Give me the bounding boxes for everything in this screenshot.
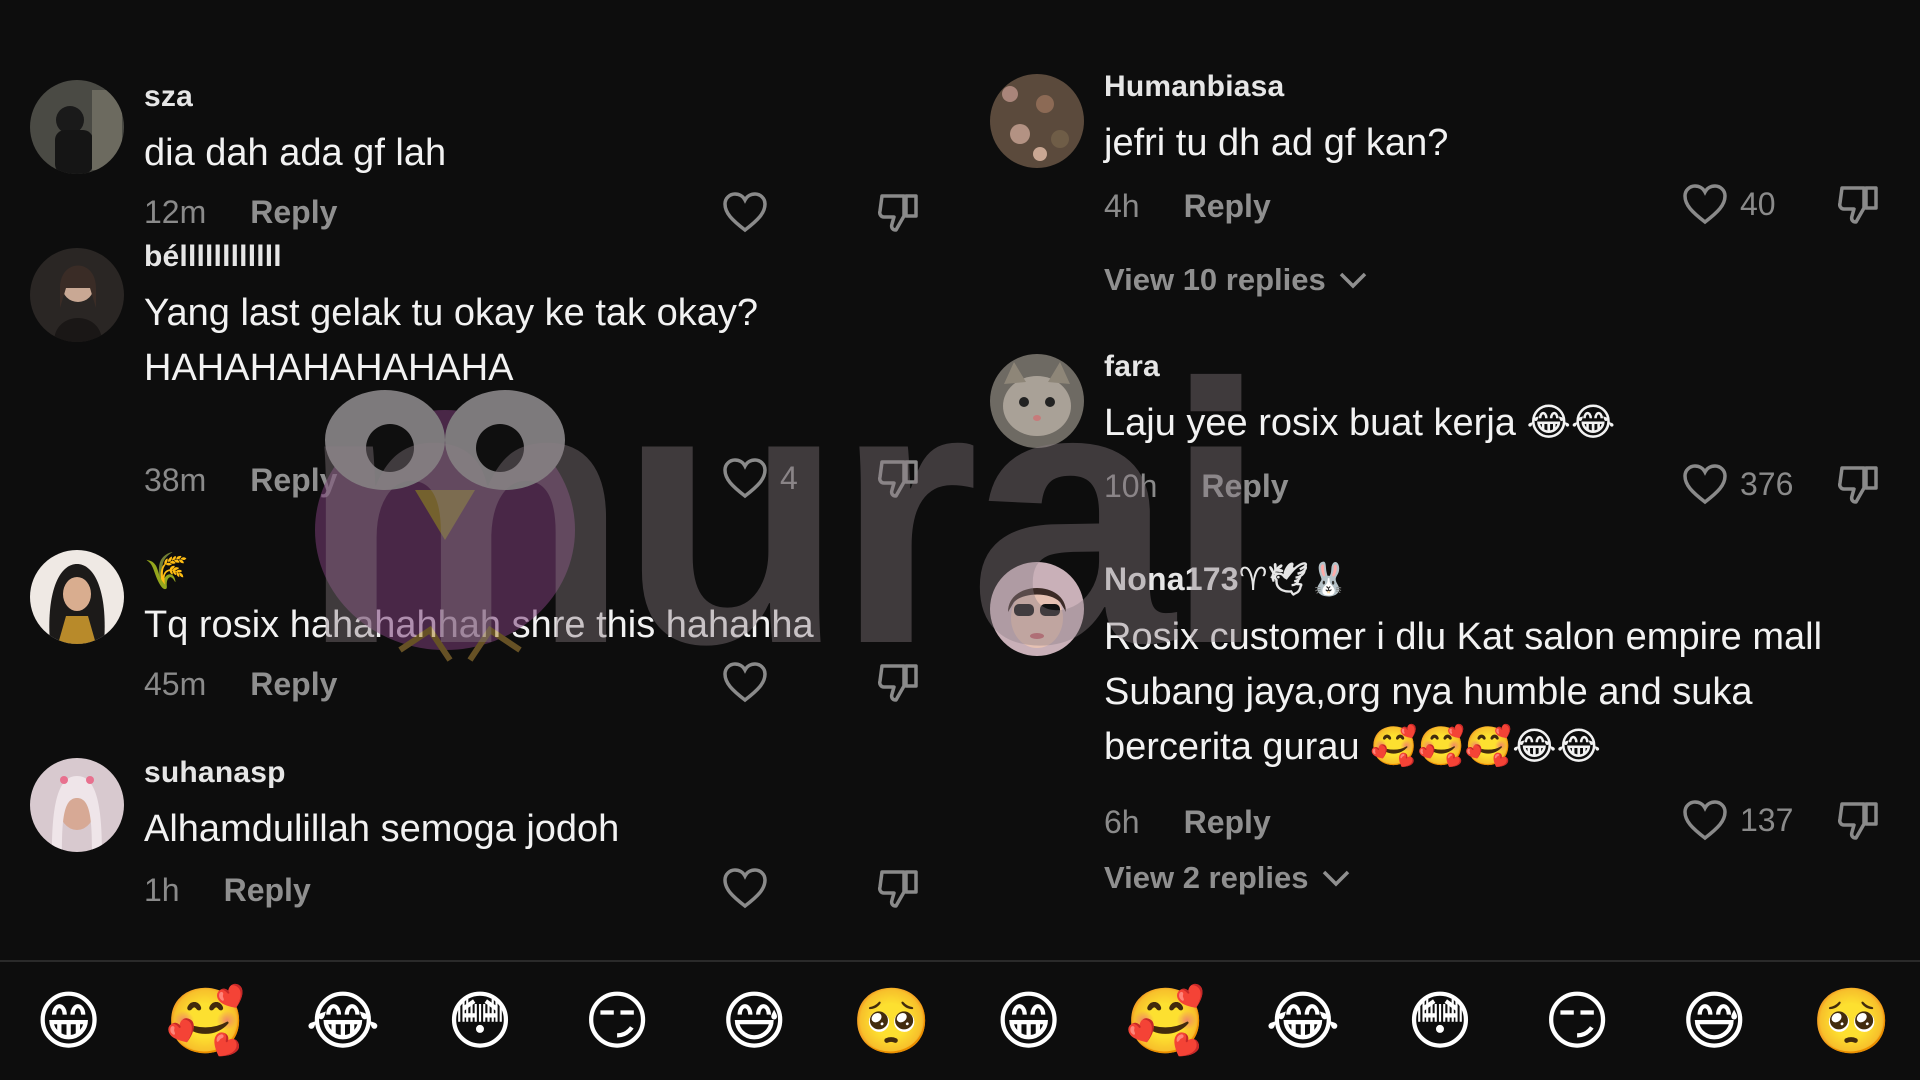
emoji-button[interactable]: 😏 — [572, 989, 662, 1053]
comment-time: 6h — [1104, 804, 1140, 840]
comment-username[interactable]: Nona173♈🕊🐰 — [1104, 560, 1890, 598]
chevron-down-icon — [1322, 870, 1349, 887]
emoji-button[interactable]: 😅 — [1669, 989, 1759, 1053]
comment-time: 38m — [144, 462, 207, 498]
comment-username[interactable]: béllllllllllll — [144, 240, 930, 274]
avatar[interactable] — [30, 80, 124, 174]
like-count: 40 — [1740, 185, 1776, 222]
avatar[interactable] — [990, 354, 1084, 448]
heart-outline-icon[interactable] — [1682, 463, 1728, 505]
emoji-button[interactable]: 😁 — [24, 989, 114, 1053]
comment-username[interactable]: Humanbiasa — [1104, 70, 1890, 104]
chevron-down-icon — [1339, 272, 1366, 289]
emoji-button[interactable]: 🥰 — [161, 989, 251, 1053]
emoji-button[interactable]: 😏 — [1532, 989, 1622, 1053]
view-replies-label: View 10 replies — [1104, 262, 1326, 297]
thumbs-down-icon[interactable] — [1836, 798, 1880, 842]
comment-time: 10h — [1104, 468, 1158, 504]
comment-username[interactable]: suhanasp — [144, 756, 930, 790]
thumbs-down-icon[interactable] — [1836, 462, 1880, 506]
emoji-button[interactable]: 😁 — [984, 989, 1074, 1053]
emoji-button[interactable]: 🥺 — [1806, 989, 1896, 1053]
reply-button[interactable]: Reply — [1184, 188, 1271, 225]
reply-button[interactable]: Reply — [250, 666, 337, 703]
comment-username[interactable]: sza — [144, 80, 930, 114]
emoji-button[interactable]: 😅 — [709, 989, 799, 1053]
heart-outline-icon[interactable] — [1682, 799, 1728, 841]
view-replies-button[interactable]: View 2 replies — [1104, 860, 1351, 896]
heart-outline-icon[interactable] — [722, 457, 768, 499]
avatar[interactable] — [990, 74, 1084, 168]
reply-button[interactable]: Reply — [1184, 804, 1271, 841]
heart-outline-icon[interactable] — [722, 661, 768, 703]
view-replies-label: View 2 replies — [1104, 860, 1309, 895]
reply-button[interactable]: Reply — [250, 462, 337, 499]
emoji-button[interactable]: 😂 — [298, 989, 388, 1053]
thumbs-down-icon[interactable] — [1836, 182, 1880, 226]
thumbs-down-icon[interactable] — [876, 866, 920, 910]
comment-text: Laju yee rosix buat kerja 😂😂 — [1104, 402, 1616, 444]
comment-text: Yang last gelak tu okay ke tak okay? HAH… — [144, 292, 758, 389]
comment-text: Alhamdulillah semoga jodoh — [144, 808, 620, 850]
reply-button[interactable]: Reply — [250, 194, 337, 231]
like-count: 376 — [1740, 465, 1794, 502]
emoji-quick-reply-bar: 😁 🥰 😂 😳 😏 😅 🥺 — [960, 960, 1920, 1080]
thumbs-down-icon[interactable] — [876, 190, 920, 234]
thumbs-down-icon[interactable] — [876, 456, 920, 500]
avatar[interactable] — [30, 758, 124, 852]
left-comments-panel: sza dia dah ada gf lah 12m Reply bélllll… — [0, 0, 960, 1080]
comment-text: dia dah ada gf lah — [144, 132, 447, 174]
thumbs-down-icon[interactable] — [876, 660, 920, 704]
comment-username[interactable]: fara — [1104, 350, 1890, 384]
comment-username[interactable]: 🌾 — [144, 550, 930, 592]
heart-outline-icon[interactable] — [722, 867, 768, 909]
like-count: 137 — [1740, 801, 1794, 838]
heart-outline-icon[interactable] — [722, 191, 768, 233]
emoji-button[interactable]: 😂 — [1258, 989, 1348, 1053]
comment-text: Tq rosix hahahahhah shre this hahahha — [144, 604, 814, 646]
emoji-button[interactable]: 🥰 — [1121, 989, 1211, 1053]
comment-time: 45m — [144, 666, 207, 702]
right-comments-panel: Humanbiasa jefri tu dh ad gf kan? 4h Rep… — [960, 0, 1920, 1080]
emoji-quick-reply-bar: 😁 🥰 😂 😳 😏 😅 🥺 — [0, 960, 960, 1080]
comment-time: 12m — [144, 194, 207, 230]
avatar[interactable] — [30, 550, 124, 644]
emoji-button[interactable]: 🥺 — [846, 989, 936, 1053]
view-replies-button[interactable]: View 10 replies — [1104, 262, 1368, 298]
reply-button[interactable]: Reply — [1201, 468, 1288, 505]
avatar[interactable] — [30, 248, 124, 342]
like-count: 4 — [780, 459, 798, 496]
avatar[interactable] — [990, 562, 1084, 656]
emoji-button[interactable]: 😳 — [435, 989, 525, 1053]
comment-text: jefri tu dh ad gf kan? — [1104, 122, 1449, 164]
emoji-button[interactable]: 😳 — [1395, 989, 1485, 1053]
comment-time: 4h — [1104, 188, 1140, 224]
comment-time: 1h — [144, 872, 180, 908]
heart-outline-icon[interactable] — [1682, 183, 1728, 225]
reply-button[interactable]: Reply — [224, 872, 311, 909]
comment-text: Rosix customer i dlu Kat salon empire ma… — [1104, 616, 1823, 768]
